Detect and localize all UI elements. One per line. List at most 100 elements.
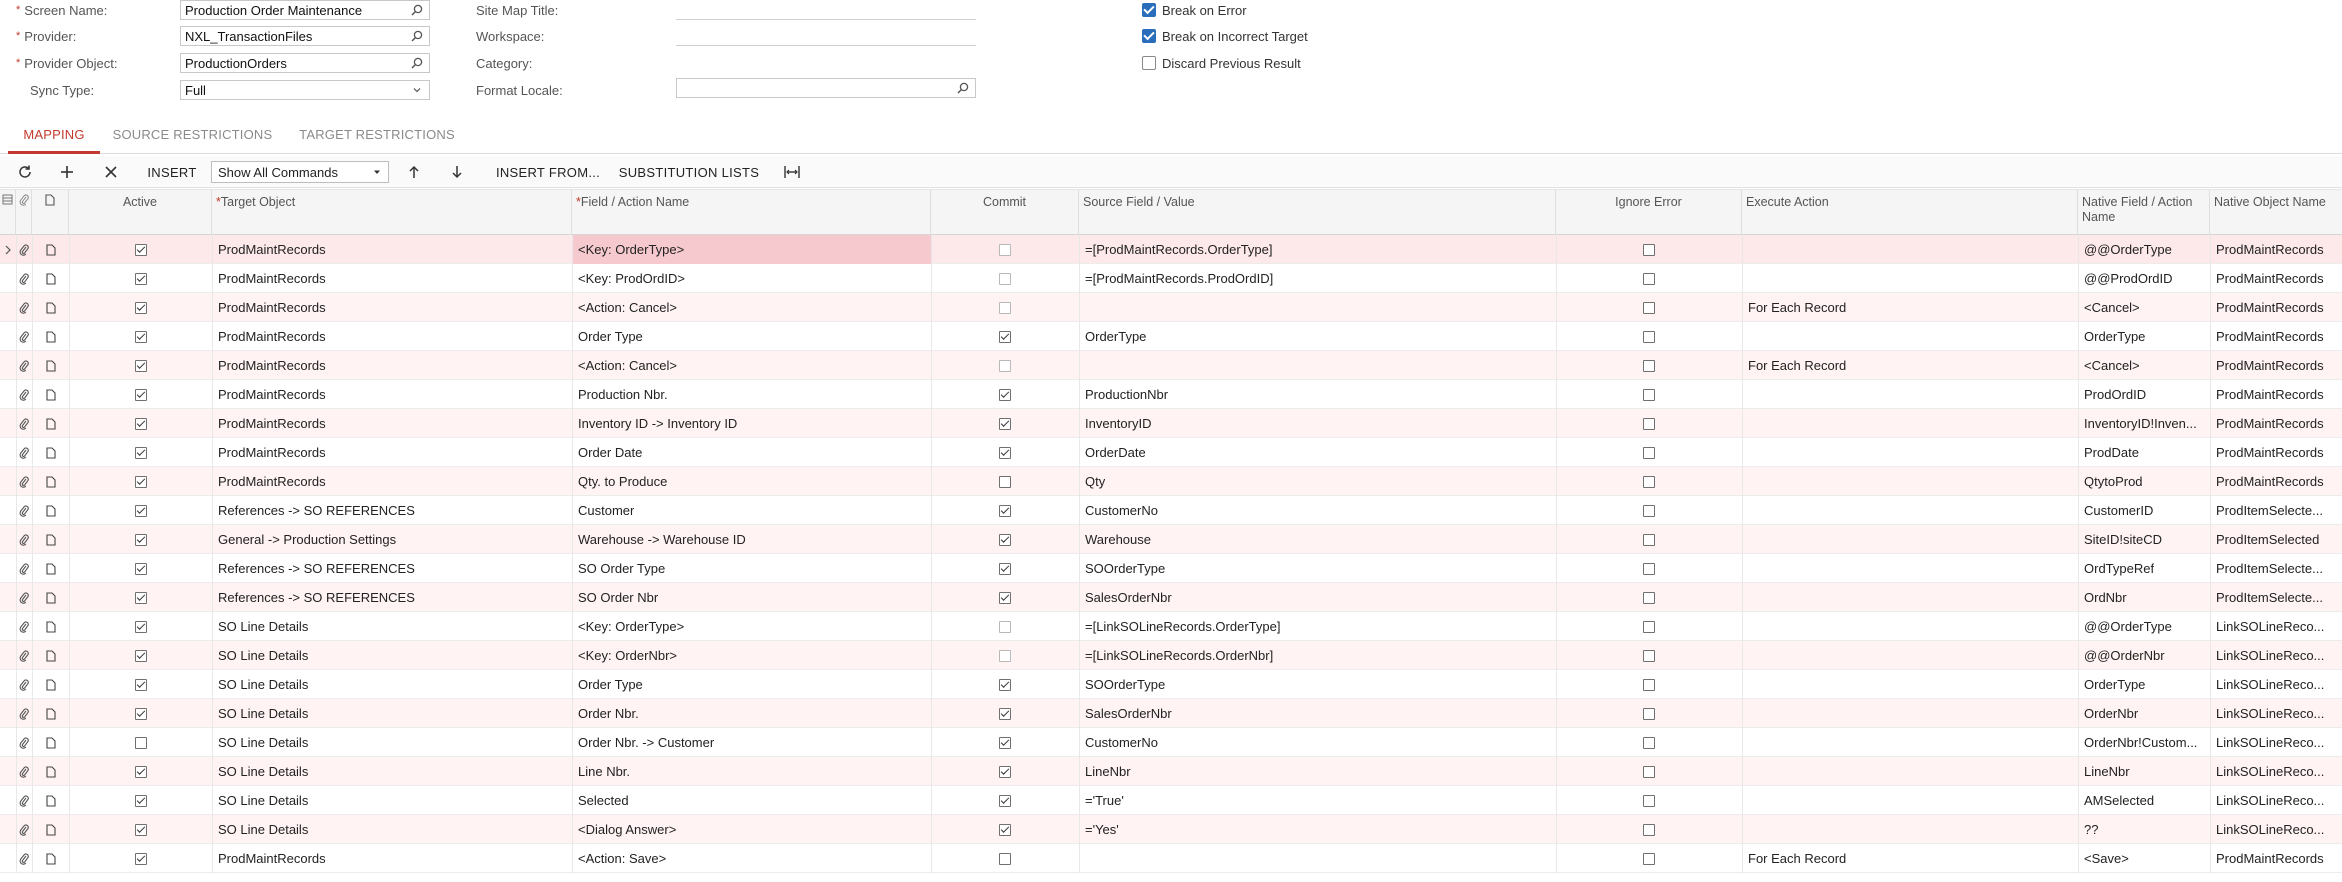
commit-cell[interactable] bbox=[931, 815, 1079, 844]
paperclip-icon[interactable] bbox=[16, 293, 32, 322]
active-cell[interactable] bbox=[69, 496, 212, 525]
insert-button[interactable]: INSERT bbox=[142, 160, 202, 184]
native-object-cell[interactable]: ProdMaintRecords bbox=[2210, 322, 2342, 351]
target-object-cell[interactable]: SO Line Details bbox=[212, 641, 572, 670]
table-row[interactable]: ProdMaintRecords <Action: Save> For Each R… bbox=[0, 844, 2342, 873]
active-cell[interactable] bbox=[69, 815, 212, 844]
column-header-field-action-name[interactable]: *Field / Action Name bbox=[572, 190, 931, 236]
execute-action-cell[interactable] bbox=[1742, 786, 2078, 815]
paperclip-icon[interactable] bbox=[16, 815, 32, 844]
ignore-error-cell[interactable] bbox=[1556, 554, 1742, 583]
commit-cell[interactable] bbox=[931, 844, 1079, 873]
active-checkbox[interactable] bbox=[134, 243, 147, 256]
table-row[interactable]: ProdMaintRecords <Action: Cancel> For Each… bbox=[0, 351, 2342, 380]
column-settings-icon[interactable] bbox=[0, 190, 16, 236]
close-icon[interactable] bbox=[98, 160, 124, 184]
ignore-error-checkbox[interactable] bbox=[1643, 504, 1655, 517]
discard-previous-result-option[interactable]: Discard Previous Result bbox=[1142, 53, 1301, 73]
note-icon[interactable] bbox=[32, 235, 69, 264]
active-checkbox[interactable] bbox=[134, 562, 147, 575]
ignore-error-cell[interactable] bbox=[1556, 815, 1742, 844]
commit-cell[interactable] bbox=[931, 728, 1079, 757]
active-checkbox[interactable] bbox=[134, 417, 147, 430]
ignore-error-checkbox[interactable] bbox=[1643, 301, 1655, 314]
provider-object-field[interactable]: ProductionOrders bbox=[180, 53, 430, 73]
paperclip-icon[interactable] bbox=[16, 583, 32, 612]
active-cell[interactable] bbox=[69, 844, 212, 873]
commit-cell[interactable] bbox=[931, 438, 1079, 467]
target-object-cell[interactable]: ProdMaintRecords bbox=[212, 380, 572, 409]
commit-checkbox[interactable] bbox=[999, 330, 1011, 343]
active-checkbox[interactable] bbox=[134, 272, 147, 285]
target-object-cell[interactable]: ProdMaintRecords bbox=[212, 409, 572, 438]
execute-action-cell[interactable] bbox=[1742, 757, 2078, 786]
row-selector[interactable] bbox=[0, 525, 16, 554]
target-object-cell[interactable]: ProdMaintRecords bbox=[212, 264, 572, 293]
source-field-value-cell[interactable]: Qty bbox=[1079, 467, 1556, 496]
ignore-error-cell[interactable] bbox=[1556, 525, 1742, 554]
search-icon[interactable] bbox=[955, 80, 971, 96]
source-field-value-cell[interactable]: ProductionNbr bbox=[1079, 380, 1556, 409]
active-cell[interactable] bbox=[69, 438, 212, 467]
commit-checkbox[interactable] bbox=[999, 707, 1011, 720]
commit-checkbox[interactable] bbox=[999, 794, 1011, 807]
field-action-name-cell[interactable]: <Key: ProdOrdID> bbox=[572, 264, 931, 293]
paperclip-icon[interactable] bbox=[16, 467, 32, 496]
active-checkbox[interactable] bbox=[134, 359, 147, 372]
commit-checkbox[interactable] bbox=[999, 446, 1011, 459]
ignore-error-checkbox[interactable] bbox=[1643, 736, 1655, 749]
active-checkbox[interactable] bbox=[134, 620, 147, 633]
ignore-error-cell[interactable] bbox=[1556, 612, 1742, 641]
commit-cell[interactable] bbox=[931, 496, 1079, 525]
active-cell[interactable] bbox=[69, 641, 212, 670]
native-field-cell[interactable]: ProdDate bbox=[2078, 438, 2210, 467]
source-field-value-cell[interactable]: =[LinkSOLineRecords.OrderNbr] bbox=[1079, 641, 1556, 670]
note-icon[interactable] bbox=[32, 322, 69, 351]
native-field-cell[interactable]: <Save> bbox=[2078, 844, 2210, 873]
ignore-error-cell[interactable] bbox=[1556, 322, 1742, 351]
commit-checkbox[interactable] bbox=[999, 475, 1011, 488]
column-header-execute-action[interactable]: Execute Action bbox=[1742, 190, 2078, 236]
row-selector[interactable] bbox=[0, 380, 16, 409]
break-on-incorrect-target-option[interactable]: Break on Incorrect Target bbox=[1142, 26, 1308, 46]
column-header-source-field-value[interactable]: Source Field / Value bbox=[1079, 190, 1556, 236]
column-header-commit[interactable]: Commit bbox=[931, 190, 1079, 236]
commit-cell[interactable] bbox=[931, 380, 1079, 409]
ignore-error-checkbox[interactable] bbox=[1643, 707, 1655, 720]
field-action-name-cell[interactable]: Order Type bbox=[572, 322, 931, 351]
commit-cell[interactable] bbox=[931, 641, 1079, 670]
active-cell[interactable] bbox=[69, 351, 212, 380]
field-action-name-cell[interactable]: <Key: OrderNbr> bbox=[572, 641, 931, 670]
field-action-name-cell[interactable]: <Key: OrderType> bbox=[572, 235, 931, 264]
commit-cell[interactable] bbox=[931, 293, 1079, 322]
target-object-cell[interactable]: References -> SO REFERENCES bbox=[212, 496, 572, 525]
native-field-cell[interactable]: ?? bbox=[2078, 815, 2210, 844]
note-icon[interactable] bbox=[32, 409, 69, 438]
sync-type-select[interactable]: Full bbox=[180, 80, 430, 100]
native-field-cell[interactable]: InventoryID!Inven... bbox=[2078, 409, 2210, 438]
commit-cell[interactable] bbox=[931, 757, 1079, 786]
ignore-error-checkbox[interactable] bbox=[1643, 388, 1655, 401]
provider-field[interactable]: NXL_TransactionFiles bbox=[180, 26, 430, 46]
note-icon[interactable] bbox=[32, 786, 69, 815]
paperclip-icon[interactable] bbox=[16, 757, 32, 786]
commit-cell[interactable] bbox=[931, 322, 1079, 351]
ignore-error-cell[interactable] bbox=[1556, 235, 1742, 264]
commit-checkbox[interactable] bbox=[999, 620, 1011, 633]
ignore-error-checkbox[interactable] bbox=[1643, 417, 1655, 430]
native-field-cell[interactable]: OrderNbr!Custom... bbox=[2078, 728, 2210, 757]
native-object-cell[interactable]: LinkSOLineReco... bbox=[2210, 757, 2342, 786]
table-row[interactable]: ProdMaintRecords <Action: Cancel> For Each… bbox=[0, 293, 2342, 322]
ignore-error-cell[interactable] bbox=[1556, 496, 1742, 525]
ignore-error-checkbox[interactable] bbox=[1643, 272, 1655, 285]
active-checkbox[interactable] bbox=[134, 707, 147, 720]
active-cell[interactable] bbox=[69, 525, 212, 554]
ignore-error-cell[interactable] bbox=[1556, 409, 1742, 438]
commit-checkbox[interactable] bbox=[999, 504, 1011, 517]
field-action-name-cell[interactable]: <Action: Cancel> bbox=[572, 293, 931, 322]
table-row[interactable]: ProdMaintRecords <Key: OrderType> =[ProdMa… bbox=[0, 235, 2342, 264]
ignore-error-checkbox[interactable] bbox=[1643, 243, 1655, 256]
native-field-cell[interactable]: @@OrderNbr bbox=[2078, 641, 2210, 670]
source-field-value-cell[interactable]: =[ProdMaintRecords.ProdOrdID] bbox=[1079, 264, 1556, 293]
execute-action-cell[interactable] bbox=[1742, 409, 2078, 438]
